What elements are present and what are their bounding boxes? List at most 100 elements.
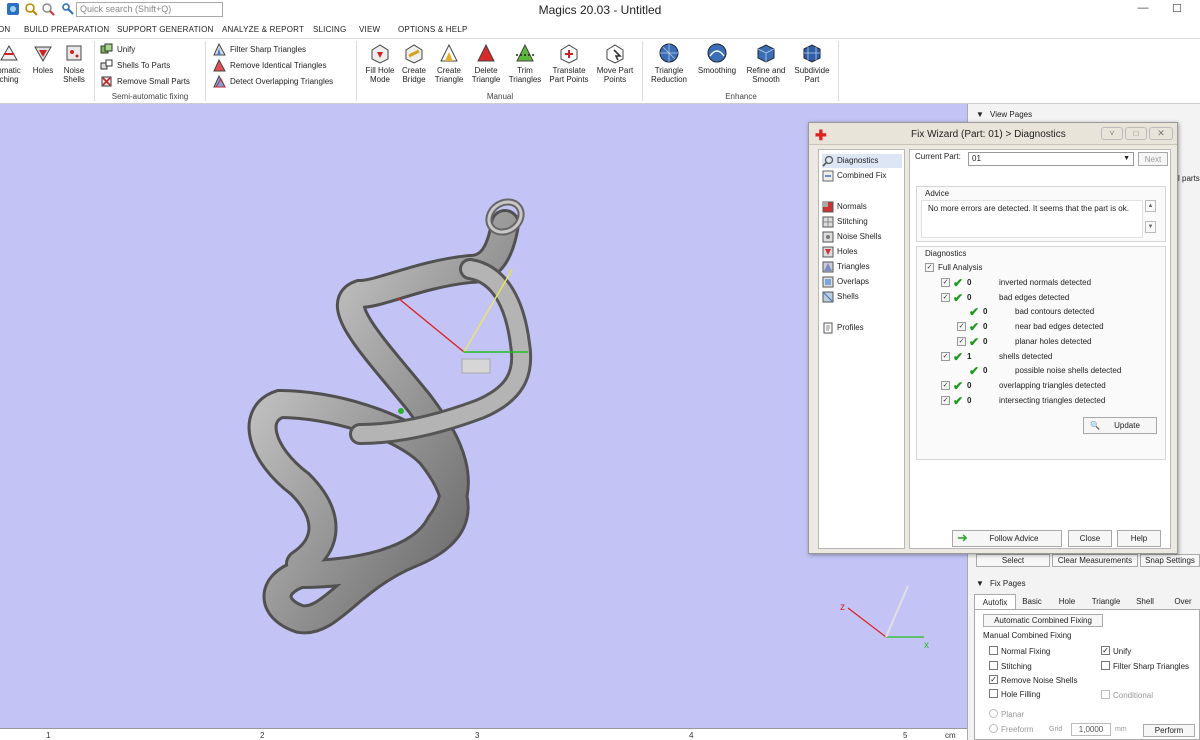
nav-combined-fix[interactable]: Combined Fix: [822, 169, 886, 183]
fix-pages-label: Fix Pages: [990, 579, 1026, 588]
tab-overlap[interactable]: Over: [1166, 594, 1200, 609]
diagnostic-checkbox[interactable]: ✓: [941, 395, 950, 405]
scroll-down-icon[interactable]: ▼: [1145, 221, 1156, 233]
stitching-checkbox[interactable]: Stitching: [989, 661, 1032, 671]
detect-overlapping-triangles-button[interactable]: Detect Overlapping Triangles: [213, 75, 333, 89]
menu-item-analyze-report[interactable]: ANALYZE & REPORT: [222, 25, 304, 34]
nav-diagnostics[interactable]: Diagnostics: [822, 154, 902, 168]
dialog-title-bar[interactable]: ✚ Fix Wizard (Part: 01) > Diagnostics ˅ …: [809, 123, 1177, 145]
tab-shell[interactable]: Shell: [1130, 594, 1160, 609]
filter-sharp-triangles-checkbox[interactable]: Filter Sharp Triangles: [1101, 661, 1189, 671]
nav-label: Noise Shells: [837, 232, 882, 241]
nav-holes[interactable]: Holes: [822, 245, 857, 259]
menu-item-view[interactable]: VIEW: [359, 25, 380, 34]
filter-sharp-triangles-button[interactable]: Filter Sharp Triangles: [213, 43, 306, 57]
close-button[interactable]: Close: [1068, 530, 1112, 547]
triangle-reduction-button[interactable]: Triangle Reduction: [648, 42, 690, 84]
next-button[interactable]: Next: [1138, 152, 1168, 166]
select-button[interactable]: Select: [976, 554, 1050, 567]
freeform-radio[interactable]: Freeform: [989, 724, 1033, 734]
unify-checkbox[interactable]: ✓ Unify: [1101, 646, 1131, 656]
3d-model-part[interactable]: [247, 196, 533, 635]
translate-points-icon: [560, 44, 578, 64]
automatic-fixing-button[interactable]: omatic ching: [0, 42, 26, 84]
update-button[interactable]: 🔍 Update: [1083, 417, 1157, 434]
planar-radio[interactable]: Planar: [989, 709, 1024, 719]
menu-item-fix[interactable]: ON: [0, 25, 10, 34]
remove-identical-triangles-button[interactable]: Remove Identical Triangles: [213, 59, 327, 73]
restore-icon[interactable]: □: [1125, 127, 1147, 140]
nav-shells[interactable]: Shells: [822, 290, 859, 304]
perform-button[interactable]: Perform: [1143, 724, 1195, 737]
current-part-select[interactable]: 01 ▼: [968, 152, 1134, 166]
shells-to-parts-button[interactable]: Shells To Parts: [100, 59, 170, 73]
triangles-nav-icon: [822, 261, 834, 273]
group-semi-automatic-fixing: Semi-automatic fixing: [111, 92, 189, 101]
clear-measurements-button[interactable]: Clear Measurements: [1052, 554, 1138, 567]
snap-settings-button[interactable]: Snap Settings: [1140, 554, 1200, 567]
nav-triangles[interactable]: Triangles: [822, 260, 870, 274]
automatic-combined-fixing-button[interactable]: Automatic Combined Fixing: [983, 614, 1103, 627]
noise-shells-button[interactable]: Noise Shells: [60, 42, 88, 84]
close-icon[interactable]: ✕: [1149, 127, 1173, 140]
fill-hole-mode-button[interactable]: Fill Hole Mode: [362, 42, 398, 84]
refine-smooth-label-1: Refine and: [746, 66, 786, 75]
diagnostic-checkbox[interactable]: ✓: [957, 322, 966, 332]
create-triangle-button[interactable]: Create Triangle: [432, 42, 466, 84]
remove-small-parts-button[interactable]: Remove Small Parts: [100, 75, 190, 89]
tab-hole[interactable]: Hole: [1052, 594, 1082, 609]
current-part-value: 01: [972, 154, 981, 163]
diagnostic-checkbox[interactable]: ✓: [941, 380, 950, 390]
tab-basic[interactable]: Basic: [1018, 594, 1046, 609]
menu-item-support-generation[interactable]: SUPPORT GENERATION: [117, 25, 214, 34]
fix-pages-header[interactable]: ▼ Fix Pages: [968, 576, 1200, 591]
minimize-button[interactable]: —: [1128, 2, 1158, 18]
holes-button[interactable]: Holes: [30, 42, 56, 75]
tab-triangle[interactable]: Triangle: [1086, 594, 1126, 609]
noise-shells-nav-icon: [822, 231, 834, 243]
autofix-tab-content: Automatic Combined Fixing Manual Combine…: [974, 609, 1200, 740]
grid-input[interactable]: 1,0000: [1071, 723, 1111, 736]
menu-item-slicing[interactable]: SLICING: [313, 25, 346, 34]
translate-part-points-button[interactable]: Translate Part Points: [547, 42, 591, 84]
diagnostic-count: 0: [967, 395, 972, 405]
maximize-button[interactable]: ☐: [1162, 2, 1192, 18]
move-part-points-button[interactable]: Move Part Points: [594, 42, 636, 84]
diagnostic-checkbox[interactable]: ✓: [941, 351, 950, 361]
diagnostic-checkbox[interactable]: ✓: [941, 278, 950, 287]
menu-item-options-help[interactable]: OPTIONS & HELP: [398, 25, 467, 34]
tab-autofix[interactable]: Autofix: [974, 594, 1016, 609]
subdivide-part-button[interactable]: Subdivide Part: [791, 42, 833, 84]
nav-stitching[interactable]: Stitching: [822, 215, 868, 229]
conditional-checkbox[interactable]: Conditional: [1101, 690, 1153, 700]
nav-normals[interactable]: Normals: [822, 200, 867, 214]
unify-button[interactable]: Unify: [100, 43, 135, 57]
collapse-icon[interactable]: ˅: [1101, 127, 1123, 140]
follow-advice-button[interactable]: ➜ Follow Advice: [952, 530, 1062, 547]
ribbon-separator: [642, 41, 643, 101]
help-button[interactable]: Help: [1117, 530, 1161, 547]
remove-noise-shells-checkbox[interactable]: ✓ Remove Noise Shells: [989, 675, 1078, 685]
refine-and-smooth-button[interactable]: Refine and Smooth: [744, 42, 788, 84]
holes-nav-icon: [822, 246, 834, 258]
parts-fragment-label: l parts: [1178, 174, 1200, 183]
nav-noise-shells[interactable]: Noise Shells: [822, 230, 881, 244]
remove-noise-shells-label: Remove Noise Shells: [1001, 676, 1078, 685]
ruler-mark: 3: [475, 731, 480, 740]
smoothing-button[interactable]: Smoothing: [695, 42, 739, 75]
nav-overlaps[interactable]: Overlaps: [822, 275, 869, 289]
diagnostic-count: 1: [967, 351, 972, 361]
diagnostic-checkbox[interactable]: ✓: [941, 292, 950, 302]
view-pages-header[interactable]: ▼ View Pages: [968, 107, 1200, 122]
scroll-up-icon[interactable]: ▲: [1145, 200, 1156, 212]
create-bridge-button[interactable]: Create Bridge: [398, 42, 430, 84]
nav-profiles[interactable]: Profiles: [822, 321, 864, 335]
menu-item-build-preparation[interactable]: BUILD PREPARATION: [24, 25, 109, 34]
trim-triangles-label-1: Trim: [517, 66, 533, 75]
normal-fixing-checkbox[interactable]: Normal Fixing: [989, 646, 1050, 656]
delete-triangle-button[interactable]: Delete Triangle: [469, 42, 503, 84]
hole-filling-checkbox[interactable]: Hole Filling: [989, 689, 1041, 699]
translate-points-label-2: Part Points: [549, 75, 589, 84]
diagnostic-checkbox[interactable]: ✓: [957, 336, 966, 346]
trim-triangles-button[interactable]: Trim Triangles: [506, 42, 544, 84]
